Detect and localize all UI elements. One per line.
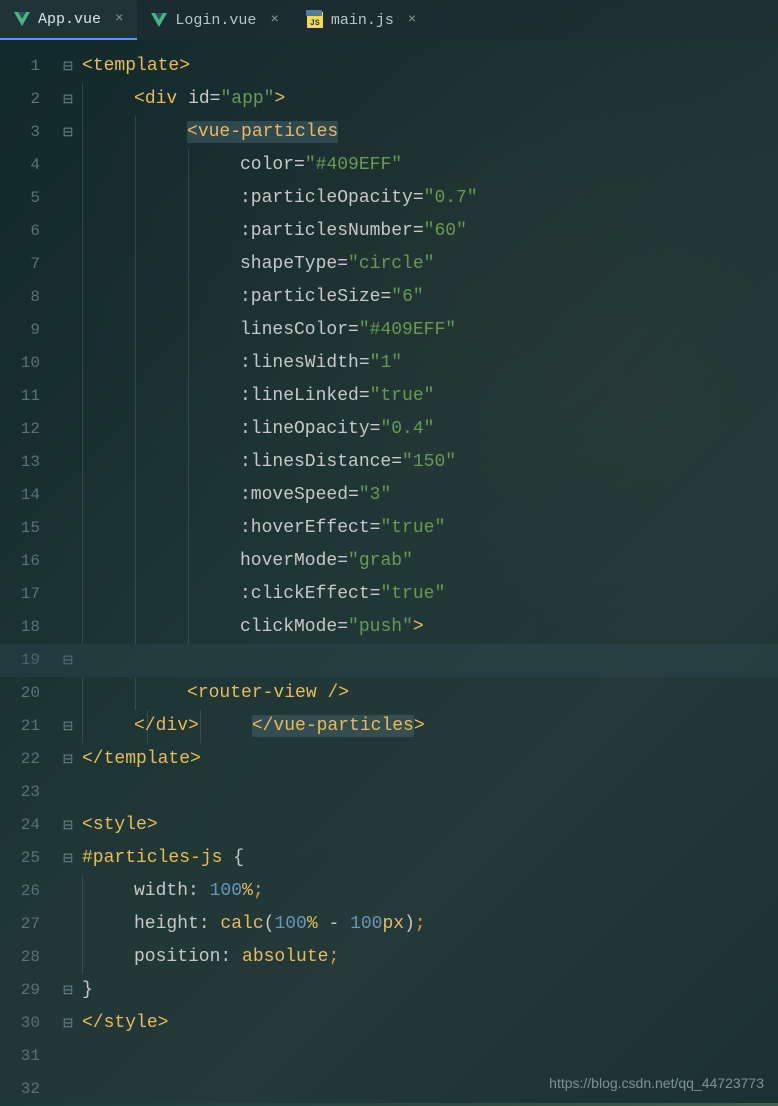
code-line (82, 776, 778, 809)
code-line: <vue-particles (82, 116, 778, 149)
code-line: <div id="app"> (82, 83, 778, 116)
fold-icon[interactable]: ⊟ (54, 116, 82, 149)
code-line: </style> (82, 1007, 778, 1040)
code-line: :lineOpacity="0.4" (82, 413, 778, 446)
fold-end-icon[interactable]: ⊟ (54, 743, 82, 776)
fold-icon[interactable]: ⊟ (54, 809, 82, 842)
vue-icon (151, 13, 167, 27)
code-line: <style> (82, 809, 778, 842)
close-icon[interactable]: × (115, 11, 123, 27)
code-line: } (82, 974, 778, 1007)
fold-column: ⊟ ⊟ ⊟ ⊟ ⊟ ⊟ ⊟ ⊟ ⊟ ⊟ (54, 40, 82, 1103)
code-line: position: absolute; (82, 941, 778, 974)
line-gutter: 1234 5678 9101112 13141516 17181920 2122… (0, 40, 54, 1103)
tab-app-vue[interactable]: App.vue × (0, 0, 137, 40)
code-line: :lineLinked="true" (82, 380, 778, 413)
fold-end-icon[interactable]: ⊟ (54, 1007, 82, 1040)
code-area[interactable]: <template> <div id="app"> <vue-particles… (82, 40, 778, 1103)
vue-icon (14, 12, 30, 26)
code-line (82, 1040, 778, 1073)
watermark-text: https://blog.csdn.net/qq_44723773 (549, 1075, 764, 1091)
code-line: :particleOpacity="0.7" (82, 182, 778, 215)
code-line: :particlesNumber="60" (82, 215, 778, 248)
code-line: :clickEffect="true" (82, 578, 778, 611)
code-line: height: calc(100% - 100px); (82, 908, 778, 941)
js-icon: JS (307, 12, 323, 28)
fold-end-icon[interactable]: ⊟ (54, 974, 82, 1007)
fold-end-icon[interactable]: ⊟ (54, 710, 82, 743)
code-line: :linesDistance="150" (82, 446, 778, 479)
tab-login-vue[interactable]: Login.vue × (137, 0, 292, 40)
code-line: hoverMode="grab" (82, 545, 778, 578)
tab-label: Login.vue (175, 12, 256, 29)
code-line: </template> (82, 743, 778, 776)
code-line: #particles-js { (82, 842, 778, 875)
code-editor[interactable]: 1234 5678 9101112 13141516 17181920 2122… (0, 40, 778, 1103)
code-line: <router-view /> (82, 677, 778, 710)
fold-icon[interactable]: ⊟ (54, 50, 82, 83)
code-line: :hoverEffect="true" (82, 512, 778, 545)
code-line: color="#409EFF" (82, 149, 778, 182)
code-line: <template> (82, 50, 778, 83)
tab-label: main.js (331, 12, 394, 29)
code-line: :particleSize="6" (82, 281, 778, 314)
fold-icon[interactable]: ⊟ (54, 842, 82, 875)
code-line: clickMode="push"> (82, 611, 778, 644)
code-line: </vue-particles> (0, 644, 778, 677)
tab-bar: App.vue × Login.vue × JS main.js × (0, 0, 778, 40)
code-line: width: 100%; (82, 875, 778, 908)
close-icon[interactable]: × (408, 12, 416, 28)
code-line: :linesWidth="1" (82, 347, 778, 380)
tab-label: App.vue (38, 11, 101, 28)
code-line: linesColor="#409EFF" (82, 314, 778, 347)
code-line: shapeType="circle" (82, 248, 778, 281)
tab-main-js[interactable]: JS main.js × (293, 0, 430, 40)
fold-icon[interactable]: ⊟ (54, 83, 82, 116)
code-line: :moveSpeed="3" (82, 479, 778, 512)
close-icon[interactable]: × (270, 12, 278, 28)
